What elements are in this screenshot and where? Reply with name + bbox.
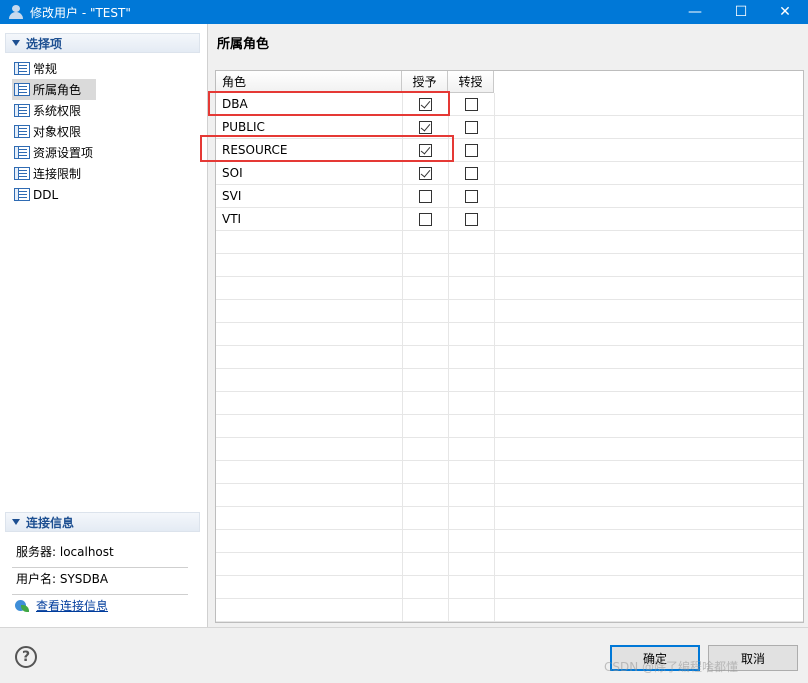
regrant-cell: [448, 166, 494, 180]
nav-item-label: 对象权限: [33, 125, 82, 139]
table-header: 角色 授予 转授: [216, 71, 494, 93]
nav-item-label: 所属角色: [33, 83, 82, 97]
grant-cell: [402, 212, 448, 226]
view-connection-link[interactable]: 查看连接信息: [14, 597, 108, 614]
collapse-triangle-icon: [12, 40, 20, 46]
table-row[interactable]: SOI: [216, 162, 803, 185]
empty-table-row: [216, 369, 803, 392]
empty-table-row: [216, 415, 803, 438]
nav-item-label: 资源设置项: [33, 146, 94, 160]
nav-item-object-privileges[interactable]: 对象权限: [12, 121, 96, 142]
role-name: SVI: [222, 189, 242, 203]
empty-table-row: [216, 553, 803, 576]
footer: ? 确定 取消 CSDN @除了编程啥都懂: [0, 627, 808, 683]
nav-item-resource-settings[interactable]: 资源设置项: [12, 142, 96, 163]
empty-table-row: [216, 346, 803, 369]
grant-checkbox[interactable]: [418, 212, 432, 226]
nav-item-ddl[interactable]: DDL: [12, 184, 96, 205]
list-icon: [14, 188, 30, 201]
role-name: PUBLIC: [222, 120, 265, 134]
help-icon[interactable]: ?: [15, 646, 37, 668]
connection-globe-icon: [14, 599, 30, 613]
left-panel: 选择项 常规 所属角色 系统权限 对象权限 资源设置项 连接限制 DDL 连接信…: [0, 24, 208, 627]
connection-section-title: 连接信息: [26, 515, 75, 530]
page-title: 所属角色: [217, 37, 270, 52]
empty-table-row: [216, 530, 803, 553]
grant-cell: [402, 120, 448, 134]
regrant-checkbox[interactable]: [464, 97, 478, 111]
table-row[interactable]: VTI: [216, 208, 803, 231]
nav-item-system-privileges[interactable]: 系统权限: [12, 100, 96, 121]
empty-table-row: [216, 300, 803, 323]
empty-table-row: [216, 576, 803, 599]
regrant-checkbox[interactable]: [464, 189, 478, 203]
nav-item-roles[interactable]: 所属角色: [12, 79, 96, 100]
list-icon: [14, 146, 30, 159]
empty-table-row: [216, 484, 803, 507]
regrant-checkbox[interactable]: [464, 212, 478, 226]
empty-table-row: [216, 392, 803, 415]
list-icon: [14, 83, 30, 96]
watermark: CSDN @除了编程啥都懂: [604, 660, 739, 674]
nav-item-label: 系统权限: [33, 104, 82, 118]
grant-cell: [402, 189, 448, 203]
empty-table-row: [216, 507, 803, 530]
nav-item-connection-limits[interactable]: 连接限制: [12, 163, 96, 184]
highlight-dba: [208, 91, 450, 116]
nav-item-general[interactable]: 常规: [12, 58, 96, 79]
column-header-regrant[interactable]: 转授: [448, 71, 494, 93]
grant-checkbox[interactable]: [418, 166, 432, 180]
regrant-cell: [448, 212, 494, 226]
regrant-cell: [448, 120, 494, 134]
empty-table-row: [216, 254, 803, 277]
minimize-button[interactable]: —: [672, 0, 718, 24]
column-header-role[interactable]: 角色: [216, 71, 402, 93]
nav-item-label: DDL: [33, 187, 59, 202]
empty-table-row: [216, 323, 803, 346]
empty-table-row: [216, 277, 803, 300]
selection-section-title: 选择项: [26, 36, 63, 51]
column-header-grant[interactable]: 授予: [402, 71, 448, 93]
list-icon: [14, 167, 30, 180]
list-icon: [14, 62, 30, 75]
regrant-checkbox[interactable]: [464, 120, 478, 134]
table-row[interactable]: SVI: [216, 185, 803, 208]
selection-section-header[interactable]: 选择项: [5, 33, 200, 53]
regrant-checkbox[interactable]: [464, 143, 478, 157]
regrant-cell: [448, 97, 494, 111]
role-name: SOI: [222, 166, 243, 180]
connection-section-header[interactable]: 连接信息: [5, 512, 200, 532]
grant-cell: [402, 166, 448, 180]
regrant-cell: [448, 189, 494, 203]
empty-table-row: [216, 438, 803, 461]
list-icon: [14, 125, 30, 138]
empty-table-row: [216, 599, 803, 622]
grant-checkbox[interactable]: [418, 120, 432, 134]
nav-list: 常规 所属角色 系统权限 对象权限 资源设置项 连接限制 DDL: [12, 58, 202, 205]
maximize-button[interactable]: ☐: [718, 0, 764, 24]
collapse-triangle-icon: [12, 519, 20, 525]
username-info: 用户名: SYSDBA: [12, 570, 188, 595]
list-icon: [14, 104, 30, 117]
user-icon: [8, 4, 24, 20]
nav-item-label: 连接限制: [33, 167, 82, 181]
view-connection-text[interactable]: 查看连接信息: [36, 597, 108, 614]
empty-table-row: [216, 461, 803, 484]
grant-checkbox[interactable]: [418, 189, 432, 203]
role-name: VTI: [222, 212, 242, 226]
regrant-checkbox[interactable]: [464, 166, 478, 180]
nav-item-label: 常规: [33, 62, 58, 76]
highlight-resource: [200, 135, 454, 162]
server-info: 服务器: localhost: [12, 543, 188, 568]
window-title: 修改用户 - "TEST": [30, 5, 131, 20]
regrant-cell: [448, 143, 494, 157]
empty-table-row: [216, 231, 803, 254]
close-button[interactable]: ✕: [762, 0, 808, 24]
